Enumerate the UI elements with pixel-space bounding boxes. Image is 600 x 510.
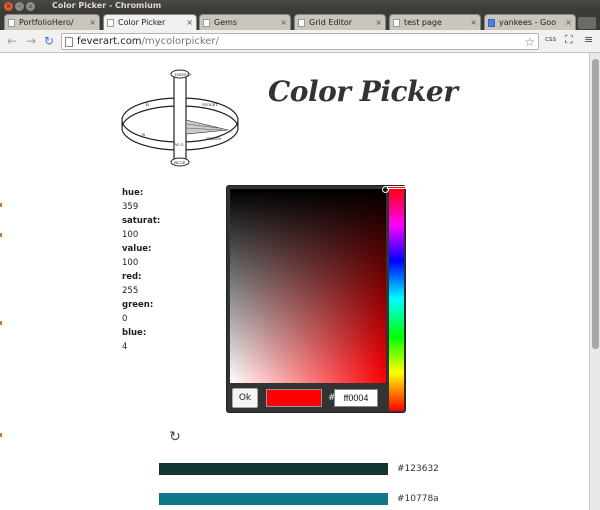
page-scrollbar[interactable]: [589, 53, 600, 510]
color-picker-panel: Ok # ff0004: [226, 185, 406, 413]
page-icon: [298, 19, 305, 27]
tab-grid-editor[interactable]: Grid Editor ×: [294, 14, 386, 30]
hex-input[interactable]: ff0004: [334, 389, 378, 407]
tab-label: yankees - Goo: [499, 18, 557, 27]
saturation-value-field[interactable]: [230, 189, 386, 383]
red-label: red:: [122, 272, 142, 282]
green-value: 0: [122, 314, 128, 324]
hue-label: hue:: [122, 188, 144, 198]
tab-strip: PortfolioHero/ × Color Picker × Gems × G…: [0, 12, 600, 30]
tab-portfoliohero[interactable]: PortfolioHero/ ×: [4, 14, 100, 30]
tab-close-icon[interactable]: ×: [375, 15, 382, 30]
blue-value: 4: [122, 342, 128, 352]
window-titlebar: × – ▫ Color Picker - Chromium: [0, 0, 600, 12]
refresh-icon[interactable]: ↻: [167, 429, 183, 445]
scrollbar-thumb[interactable]: [592, 59, 599, 349]
black-gradient: [230, 189, 386, 383]
logo-text: GREEN: [206, 136, 222, 141]
tab-close-icon[interactable]: ×: [89, 15, 96, 30]
logo-text: BLUE: [174, 160, 186, 165]
tab-color-picker[interactable]: Color Picker ×: [103, 14, 197, 30]
tab-label: Color Picker: [118, 18, 166, 27]
green-label: green:: [122, 300, 154, 310]
value-value: 100: [122, 258, 139, 268]
window-minimize-button[interactable]: –: [15, 2, 24, 11]
window-close-button[interactable]: ×: [4, 2, 13, 11]
color-values-list: hue: 359 saturat: 100 value: 100 red: 25…: [122, 186, 160, 354]
tab-gems[interactable]: Gems ×: [199, 14, 291, 30]
ok-button[interactable]: Ok: [232, 388, 258, 408]
hue-slider[interactable]: [389, 187, 404, 411]
tab-close-icon[interactable]: ×: [565, 15, 572, 30]
tab-test-page[interactable]: test page ×: [389, 14, 481, 30]
logo-text: R: [146, 102, 150, 107]
browser-toolbar: ← → ↻ feverart.com/mycolorpicker/ ☆ css …: [0, 30, 600, 53]
page-icon: [203, 19, 210, 27]
red-value: 255: [122, 286, 139, 296]
logo-text: INDIGO: [175, 72, 192, 77]
color-bar-123632[interactable]: [159, 463, 388, 475]
blue-label: blue:: [122, 328, 147, 338]
color-bar-10778a[interactable]: [159, 493, 388, 505]
url-text: feverart.com/mycolorpicker/: [77, 36, 219, 47]
back-arrow-icon[interactable]: ←: [5, 34, 19, 48]
page-title: Color Picker: [268, 75, 458, 108]
tab-close-icon[interactable]: ×: [470, 15, 477, 30]
color-label: #10778a: [397, 494, 439, 504]
fullscreen-icon[interactable]: ⛶: [565, 33, 573, 47]
tab-label: PortfolioHero/: [19, 18, 74, 27]
current-color-swatch: [266, 389, 322, 407]
saturation-label: saturat:: [122, 216, 161, 226]
page-content: INDIGO R VIOLET B GREEN W G BLUE Color P…: [0, 53, 600, 510]
color-wheel-logo: INDIGO R VIOLET B GREEN W G BLUE: [121, 69, 239, 167]
tab-label: test page: [404, 18, 442, 27]
value-label: value:: [122, 244, 152, 254]
tab-label: Gems: [214, 18, 238, 27]
menu-icon[interactable]: ≡: [584, 33, 593, 46]
css-extension-icon[interactable]: css: [545, 34, 556, 44]
page-icon: [8, 19, 15, 27]
window-title: Color Picker - Chromium: [52, 1, 162, 10]
tab-close-icon[interactable]: ×: [280, 15, 287, 30]
new-tab-button[interactable]: [578, 17, 596, 29]
address-bar[interactable]: feverart.com/mycolorpicker/ ☆: [61, 33, 539, 50]
logo-text: B: [142, 132, 145, 137]
hue-slider-handle[interactable]: [387, 186, 406, 189]
logo-text: W G: [175, 142, 184, 147]
logo-text: VIOLET: [201, 102, 218, 107]
google-icon: [488, 19, 495, 27]
window-maximize-button[interactable]: ▫: [26, 2, 35, 11]
tab-label: Grid Editor: [309, 18, 353, 27]
bookmark-star-icon[interactable]: ☆: [524, 34, 535, 50]
page-icon: [107, 19, 114, 27]
edge-mark: [0, 203, 2, 207]
page-icon: [65, 37, 73, 47]
page-icon: [393, 19, 400, 27]
tab-close-icon[interactable]: ×: [186, 15, 193, 30]
edge-mark: [0, 321, 2, 325]
tab-yankees[interactable]: yankees - Goo ×: [484, 14, 576, 30]
edge-mark: [0, 233, 2, 237]
color-label: #123632: [397, 464, 439, 474]
saturation-value: 100: [122, 230, 139, 240]
forward-arrow-icon[interactable]: →: [24, 34, 38, 48]
edge-mark: [0, 433, 2, 437]
reload-icon[interactable]: ↻: [42, 34, 56, 48]
hue-value: 359: [122, 202, 139, 212]
